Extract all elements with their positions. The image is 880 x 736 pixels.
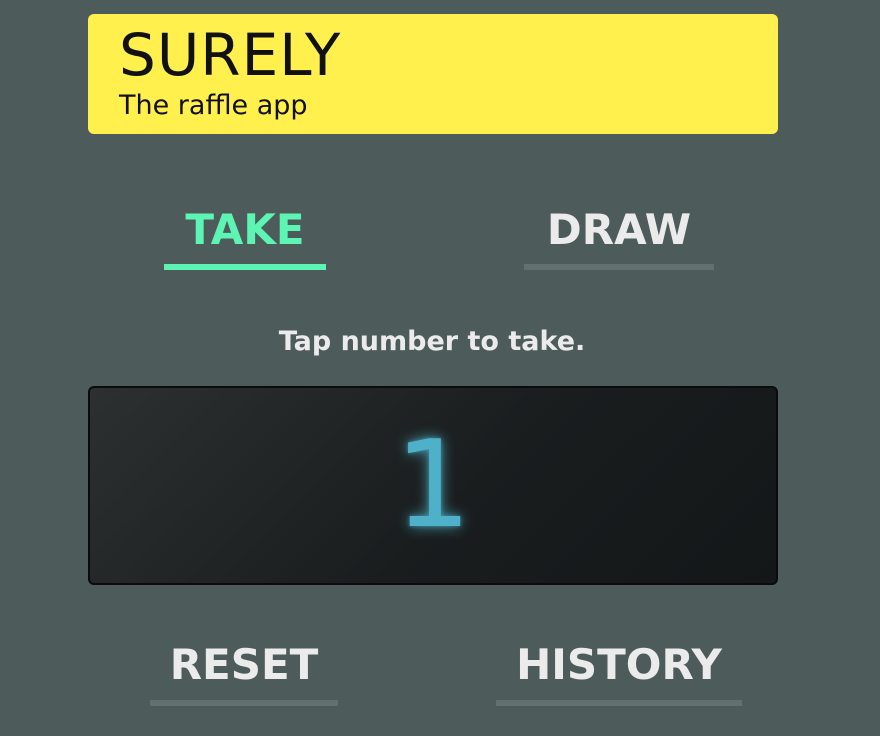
app-subtitle: The raffle app (119, 90, 308, 121)
tab-take-underline (164, 264, 326, 270)
tab-take-label: TAKE (185, 205, 305, 254)
history-button-label: HISTORY (516, 640, 722, 689)
history-button-underline (496, 700, 742, 706)
ticket-number[interactable]: 1 (90, 388, 776, 583)
tab-take[interactable]: TAKE (164, 205, 326, 270)
history-button[interactable]: HISTORY (496, 640, 742, 706)
reset-button-underline (150, 700, 338, 706)
app-title: SURELY (119, 21, 342, 89)
number-display[interactable]: 1 (88, 386, 778, 585)
app-header: SURELY The raffle app (88, 14, 778, 134)
reset-button[interactable]: RESET (150, 640, 338, 706)
tab-draw[interactable]: DRAW (524, 205, 714, 270)
reset-button-label: RESET (169, 640, 319, 689)
tab-draw-underline (524, 264, 714, 270)
instruction-text: Tap number to take. (278, 326, 586, 357)
tab-draw-label: DRAW (546, 205, 692, 254)
